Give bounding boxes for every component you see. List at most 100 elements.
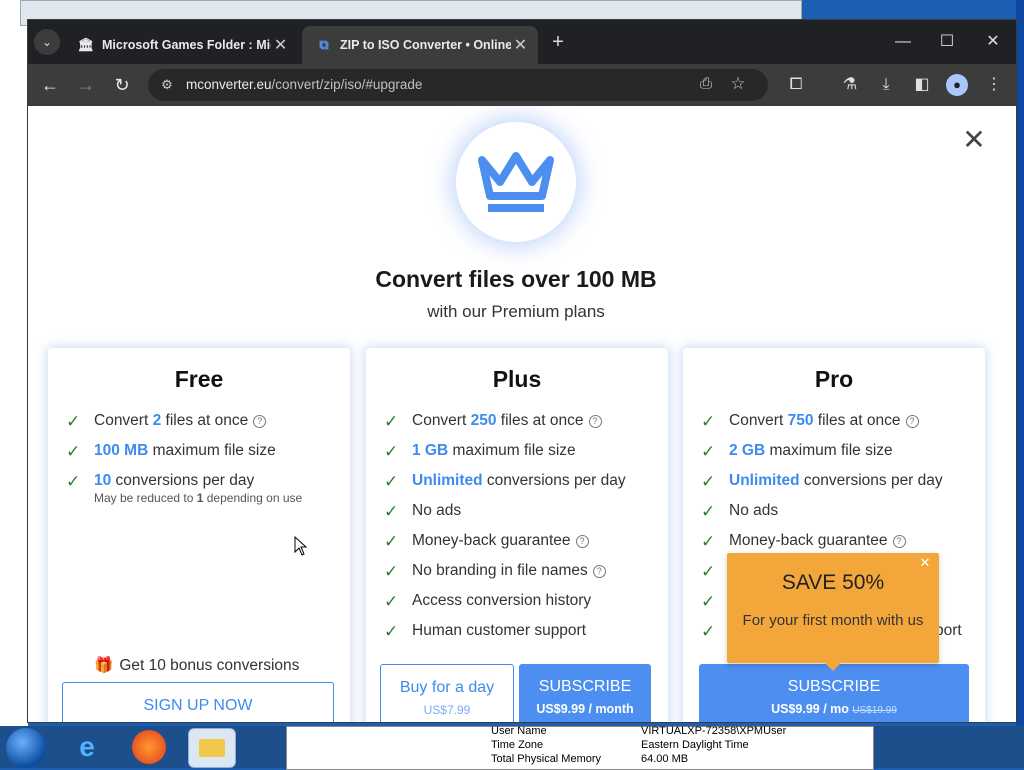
address-bar[interactable]: ⚙ mconverter.eu/convert/zip/iso/#upgrade…	[148, 69, 768, 101]
labs-flask-icon[interactable]: ⚗	[838, 73, 862, 97]
feature-item: ✓ 2 GB maximum file size	[701, 442, 893, 461]
close-icon[interactable]: ✕	[511, 35, 530, 55]
new-tab-button[interactable]: +	[546, 30, 570, 54]
url-text[interactable]: mconverter.eu/convert/zip/iso/#upgrade	[186, 77, 422, 92]
minimize-icon[interactable]: —	[888, 30, 918, 54]
feature-item: ✓ Human customer support	[384, 622, 587, 641]
check-icon: ✓	[701, 442, 716, 461]
check-icon: ✓	[701, 412, 716, 431]
subscribe-plus-button[interactable]: SUBSCRIBE US$9.99 / month	[519, 664, 651, 722]
reload-icon[interactable]: ↻	[110, 73, 134, 97]
feature-item: ✓ Convert 250 files at once?	[384, 412, 664, 434]
desktop-background	[1016, 0, 1024, 730]
plan-title: Pro	[814, 366, 854, 392]
feature-item: ✓ Access conversion history	[384, 592, 592, 611]
crown-icon	[478, 152, 554, 212]
check-icon: ✓	[701, 622, 716, 641]
feature-item: ✓ Money-back guarantee?	[701, 532, 981, 554]
help-icon[interactable]: ?	[253, 415, 267, 428]
feature-item: ✓ Unlimited conversions per day	[384, 472, 626, 491]
sign-up-button[interactable]: SIGN UP NOW	[62, 682, 334, 722]
browser-toolbar: ← → ↻ ⚙ mconverter.eu/convert/zip/iso/#u…	[28, 64, 1016, 106]
internet-explorer-icon[interactable]: e	[70, 730, 104, 764]
check-icon: ✓	[701, 532, 716, 551]
feature-note: May be reduced to 1 depending on use	[94, 491, 303, 505]
check-icon: ✓	[384, 442, 399, 461]
sysinfo-row: User Name VIRTUALXP-72358\XPMUser	[491, 725, 787, 737]
tab-label: ZIP to ISO Converter • Online (	[340, 38, 511, 52]
check-icon: ✓	[66, 442, 81, 461]
forward-arrow-icon[interactable]: →	[74, 73, 98, 97]
close-icon[interactable]: ✕	[960, 126, 988, 154]
download-icon[interactable]: ⤓	[874, 73, 898, 97]
close-icon[interactable]: ✕	[271, 35, 290, 55]
tab-label: Microsoft Games Folder : Micr	[102, 38, 272, 52]
firefox-icon[interactable]	[132, 730, 166, 764]
sysinfo-row: Total Physical Memory 64.00 MB	[491, 753, 689, 765]
feature-item: ✓ Convert 2 files at once?	[66, 412, 346, 434]
help-icon[interactable]: ?	[588, 415, 602, 428]
browser-window: ⌄ 🏛 Microsoft Games Folder : Micr ✕ ⧉ ZI…	[28, 20, 1016, 722]
check-icon: ✓	[384, 412, 399, 431]
gift-icon: 🎁	[94, 657, 114, 674]
help-icon[interactable]: ?	[592, 565, 606, 578]
plan-card-free: Free ✓ Convert 2 files at once? ✓ 100 MB…	[48, 348, 350, 722]
close-icon[interactable]: ✕	[917, 555, 933, 571]
extensions-icon[interactable]: ⧠	[784, 73, 808, 97]
file-explorer-icon[interactable]	[188, 728, 236, 768]
feature-item: ✓ No ads	[701, 502, 779, 521]
check-icon: ✓	[384, 502, 399, 521]
tab-zip-to-iso-converter[interactable]: ⧉ ZIP to ISO Converter • Online ( ✕	[302, 26, 538, 64]
feature-item: ✓ No ads	[384, 502, 462, 521]
site-info-icon[interactable]: ⚙	[158, 76, 176, 94]
check-icon: ✓	[701, 562, 716, 581]
bonus-offer: 🎁 Get 10 bonus conversions	[94, 657, 300, 674]
help-icon[interactable]: ?	[892, 535, 906, 548]
desktop-window-background	[0, 0, 28, 730]
check-icon: ✓	[384, 592, 399, 611]
help-icon[interactable]: ?	[905, 415, 919, 428]
mouse-cursor-icon	[294, 536, 308, 556]
popup-text: For your first month with us	[742, 612, 924, 629]
back-arrow-icon[interactable]: ←	[38, 73, 62, 97]
install-app-icon[interactable]: ⎙	[696, 75, 716, 95]
check-icon: ✓	[66, 472, 81, 491]
check-icon: ✓	[701, 592, 716, 611]
crown-badge	[456, 122, 576, 242]
check-icon: ✓	[384, 472, 399, 491]
feature-item: ✓ Unlimited conversions per day	[701, 472, 943, 491]
subscribe-pro-button[interactable]: SUBSCRIBE US$9.99 / mo US$19.99	[699, 664, 969, 722]
feature-item: ✓ 100 MB maximum file size	[66, 442, 276, 461]
start-orb-icon[interactable]	[6, 728, 46, 768]
check-icon: ✓	[701, 502, 716, 521]
buy-for-a-day-button[interactable]: Buy for a day US$7.99	[380, 664, 514, 722]
page-content: ✕ Convert files over 100 MB with our Pre…	[28, 106, 1016, 722]
feature-item: ✓ No branding in file names?	[384, 562, 664, 584]
tab-microsoft-games-folder[interactable]: 🏛 Microsoft Games Folder : Micr ✕	[64, 26, 298, 64]
modal-subheadline: with our Premium plans	[427, 302, 605, 321]
columns-icon: 🏛	[77, 37, 95, 52]
side-panel-icon[interactable]: ◧	[910, 73, 934, 97]
tab-strip: ⌄ 🏛 Microsoft Games Folder : Micr ✕ ⧉ ZI…	[28, 20, 1016, 64]
check-icon: ✓	[384, 532, 399, 551]
plan-title: Plus	[492, 366, 542, 392]
converter-icon: ⧉	[319, 37, 329, 52]
feature-item: ✓ Convert 750 files at once?	[701, 412, 981, 434]
maximize-icon[interactable]: ☐	[932, 30, 962, 54]
system-info-window: User Name VIRTUALXP-72358\XPMUser Time Zo…	[286, 725, 874, 770]
modal-headline: Convert files over 100 MB	[375, 266, 657, 292]
feature-item: ✓ 1 GB maximum file size	[384, 442, 576, 461]
check-icon: ✓	[384, 622, 399, 641]
bookmark-star-icon[interactable]: ☆	[728, 74, 748, 94]
tab-search-icon[interactable]: ⌄	[34, 29, 60, 55]
save-50-popup: ✕ SAVE 50% For your first month with us	[727, 553, 939, 671]
check-icon: ✓	[701, 472, 716, 491]
window-close-icon[interactable]: ✕	[978, 30, 1008, 54]
help-icon[interactable]: ?	[575, 535, 589, 548]
feature-item: ✓ Money-back guarantee?	[384, 532, 664, 554]
check-icon: ✓	[66, 412, 81, 431]
sysinfo-row: Time Zone Eastern Daylight Time	[491, 739, 749, 751]
plan-card-plus: Plus ✓ Convert 250 files at once? ✓ 1 GB…	[366, 348, 668, 722]
menu-dots-icon[interactable]: ⋮	[982, 73, 1006, 97]
profile-avatar-icon[interactable]: ●	[946, 74, 968, 96]
